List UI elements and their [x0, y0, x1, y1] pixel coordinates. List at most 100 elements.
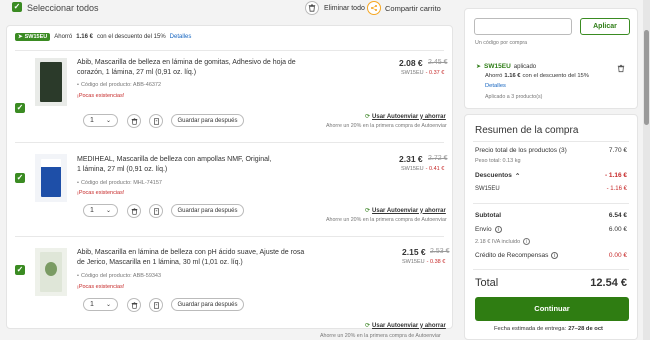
product-title[interactable]: MEDIHEAL, Mascarilla de belleza con ampo…	[77, 155, 273, 175]
item-discount: SW15EU - 0.41 €	[401, 166, 445, 172]
cart-item: ✓ Abib, Mascarilla en lámina de belleza …	[7, 236, 454, 330]
autoship-label: Usar Autoenviar y ahorrar	[372, 322, 446, 329]
share-cart-label: Compartir carrito	[385, 3, 441, 13]
item-checkbox[interactable]: ✓	[15, 173, 25, 183]
apply-coupon-button[interactable]: Aplicar	[580, 18, 630, 35]
applied-code: SW15EU	[484, 63, 511, 70]
autoship-label: Usar Autoenviar y ahorrar	[372, 113, 446, 120]
total-value: 12.54 €	[590, 277, 627, 289]
quantity-select[interactable]: 1 ⌄	[83, 114, 118, 127]
subtotal-value: 6.54 €	[608, 212, 627, 219]
rewards-row: Crédito de Recompensas i	[475, 252, 559, 259]
discounts-toggle[interactable]: Descuentos ⌃	[475, 172, 520, 180]
wishlist-icon[interactable]	[149, 114, 163, 128]
delivery-date: 27–28 de oct	[568, 326, 603, 332]
product-title[interactable]: Abib, Mascarilla en lámina de belleza co…	[77, 248, 307, 268]
rewards-value: 0.00 €	[608, 252, 627, 259]
shipping-row: Envío i	[475, 226, 502, 233]
autoship-note: Ahorre un 20% en la primera compra de Au…	[326, 217, 447, 223]
product-title[interactable]: Abib, Mascarilla de belleza en lámina de…	[77, 58, 312, 78]
chevron-down-icon: ⌄	[105, 208, 111, 214]
autoship-link[interactable]: ⟳ Usar Autoenviar y ahorrar	[365, 322, 446, 330]
autoship-icon: ⟳	[365, 114, 371, 120]
coupon-saved-post: con el descuento del 15%	[522, 73, 589, 79]
trash-icon[interactable]	[127, 204, 141, 218]
scrollbar[interactable]	[643, 0, 650, 340]
autoship-link[interactable]: ⟳ Usar Autoenviar y ahorrar	[365, 207, 446, 215]
chevron-up-icon: ⌃	[514, 173, 521, 180]
product-thumbnail[interactable]	[35, 154, 67, 202]
divider	[473, 269, 629, 270]
order-summary-card: Resumen de la compra Precio total de los…	[464, 114, 638, 340]
item-checkbox[interactable]: ✓	[15, 103, 25, 113]
wishlist-icon[interactable]	[149, 298, 163, 312]
delete-all-label: Eliminar todo	[324, 4, 365, 12]
autoship-label: Usar Autoenviar y ahorrar	[372, 207, 446, 214]
vat-label: 2.18 € IVA incluido	[475, 238, 521, 245]
discount-code-label: SW15EU	[475, 186, 500, 192]
save-for-later-button[interactable]: Guardar para después	[171, 298, 244, 311]
divider	[473, 141, 629, 142]
autoship-icon: ⟳	[365, 323, 371, 329]
cart-item: ✓ MEDIHEAL, Mascarilla de belleza con am…	[7, 142, 454, 234]
quantity-value: 1	[90, 301, 94, 308]
save-for-later-button[interactable]: Guardar para después	[171, 204, 244, 217]
product-pack-image	[41, 159, 61, 197]
promo-text-pre: Ahorró	[54, 34, 73, 40]
shipping-label: Envío	[475, 226, 492, 233]
promo-banner: ➤ SW15EU Ahorró 1.16 € con el descuento …	[15, 33, 191, 41]
save-for-later-button[interactable]: Guardar para después	[171, 114, 244, 127]
applied-coupon: ➤ SW15EU aplicado	[476, 63, 536, 70]
total-products-value: 7.70 €	[608, 147, 627, 154]
chevron-down-icon: ⌄	[105, 118, 111, 124]
item-checkbox[interactable]: ✓	[15, 265, 25, 275]
quantity-select[interactable]: 1 ⌄	[83, 204, 118, 217]
autoship-note: Ahorre un 20% en la primera compra de Au…	[320, 333, 441, 339]
rewards-label: Crédito de Recompensas	[475, 252, 549, 259]
share-icon	[367, 1, 381, 15]
select-all-checkbox[interactable]: ✓	[12, 2, 22, 12]
continue-button[interactable]: Continuar	[475, 297, 629, 321]
subtotal-label: Subtotal	[475, 212, 501, 219]
stock-warning: ¡Pocas existencias!	[77, 284, 125, 290]
autoship-link[interactable]: ⟳ Usar Autoenviar y ahorrar	[365, 113, 446, 121]
stock-warning: ¡Pocas existencias!	[77, 93, 125, 99]
info-icon[interactable]: i	[551, 252, 559, 259]
product-code: • Código del producto: ABB-46372	[77, 82, 161, 88]
old-price: 2.53 €	[430, 248, 450, 255]
product-code-text: Código del producto: MHL-74157	[80, 180, 162, 186]
dot-icon: •	[77, 273, 79, 279]
old-price: 2.72 €	[428, 155, 448, 162]
total-weight: Peso total: 0.13 kg	[475, 158, 521, 164]
cart-item: ✓ Abib, Mascarilla de belleza en lámina …	[7, 50, 454, 142]
wishlist-icon[interactable]	[149, 204, 163, 218]
product-thumbnail[interactable]	[35, 58, 67, 106]
product-code: • Código del producto: ABB-59343	[77, 273, 161, 279]
remove-coupon-icon[interactable]	[617, 64, 625, 75]
total-label: Total	[475, 277, 499, 289]
info-icon[interactable]: i	[523, 238, 531, 245]
discount-code-value: - 1.16 €	[606, 186, 627, 192]
promo-details-link[interactable]: Detalles	[170, 34, 192, 40]
discounts-value: - 1.16 €	[604, 172, 627, 179]
trash-icon[interactable]	[127, 114, 141, 128]
info-icon[interactable]: i	[494, 226, 502, 233]
old-price: 2.45 €	[428, 59, 448, 66]
select-all-label[interactable]: Seleccionar todos	[27, 3, 99, 13]
share-cart-button[interactable]: Compartir carrito	[367, 1, 441, 15]
cart-items-card: ➤ SW15EU Ahorró 1.16 € con el descuento …	[6, 25, 454, 339]
coupon-applied-to: Aplicado a 3 producto(s)	[485, 94, 543, 100]
quantity-select[interactable]: 1 ⌄	[83, 298, 118, 311]
coupon-details-link[interactable]: Detalles	[485, 83, 506, 89]
delete-all-button[interactable]: Eliminar todo	[305, 1, 365, 15]
coupon-input[interactable]	[474, 18, 572, 35]
quantity-value: 1	[90, 207, 94, 214]
vat-row: 2.18 € IVA incluido i	[475, 238, 531, 245]
scrollbar-thumb[interactable]	[644, 30, 649, 125]
product-thumbnail[interactable]	[35, 248, 67, 296]
product-code: • Código del producto: MHL-74157	[77, 180, 162, 186]
chevron-down-icon: ⌄	[105, 302, 111, 308]
trash-icon[interactable]	[127, 298, 141, 312]
product-pack-image	[40, 62, 62, 102]
promo-code-badge: ➤ SW15EU	[15, 33, 51, 41]
